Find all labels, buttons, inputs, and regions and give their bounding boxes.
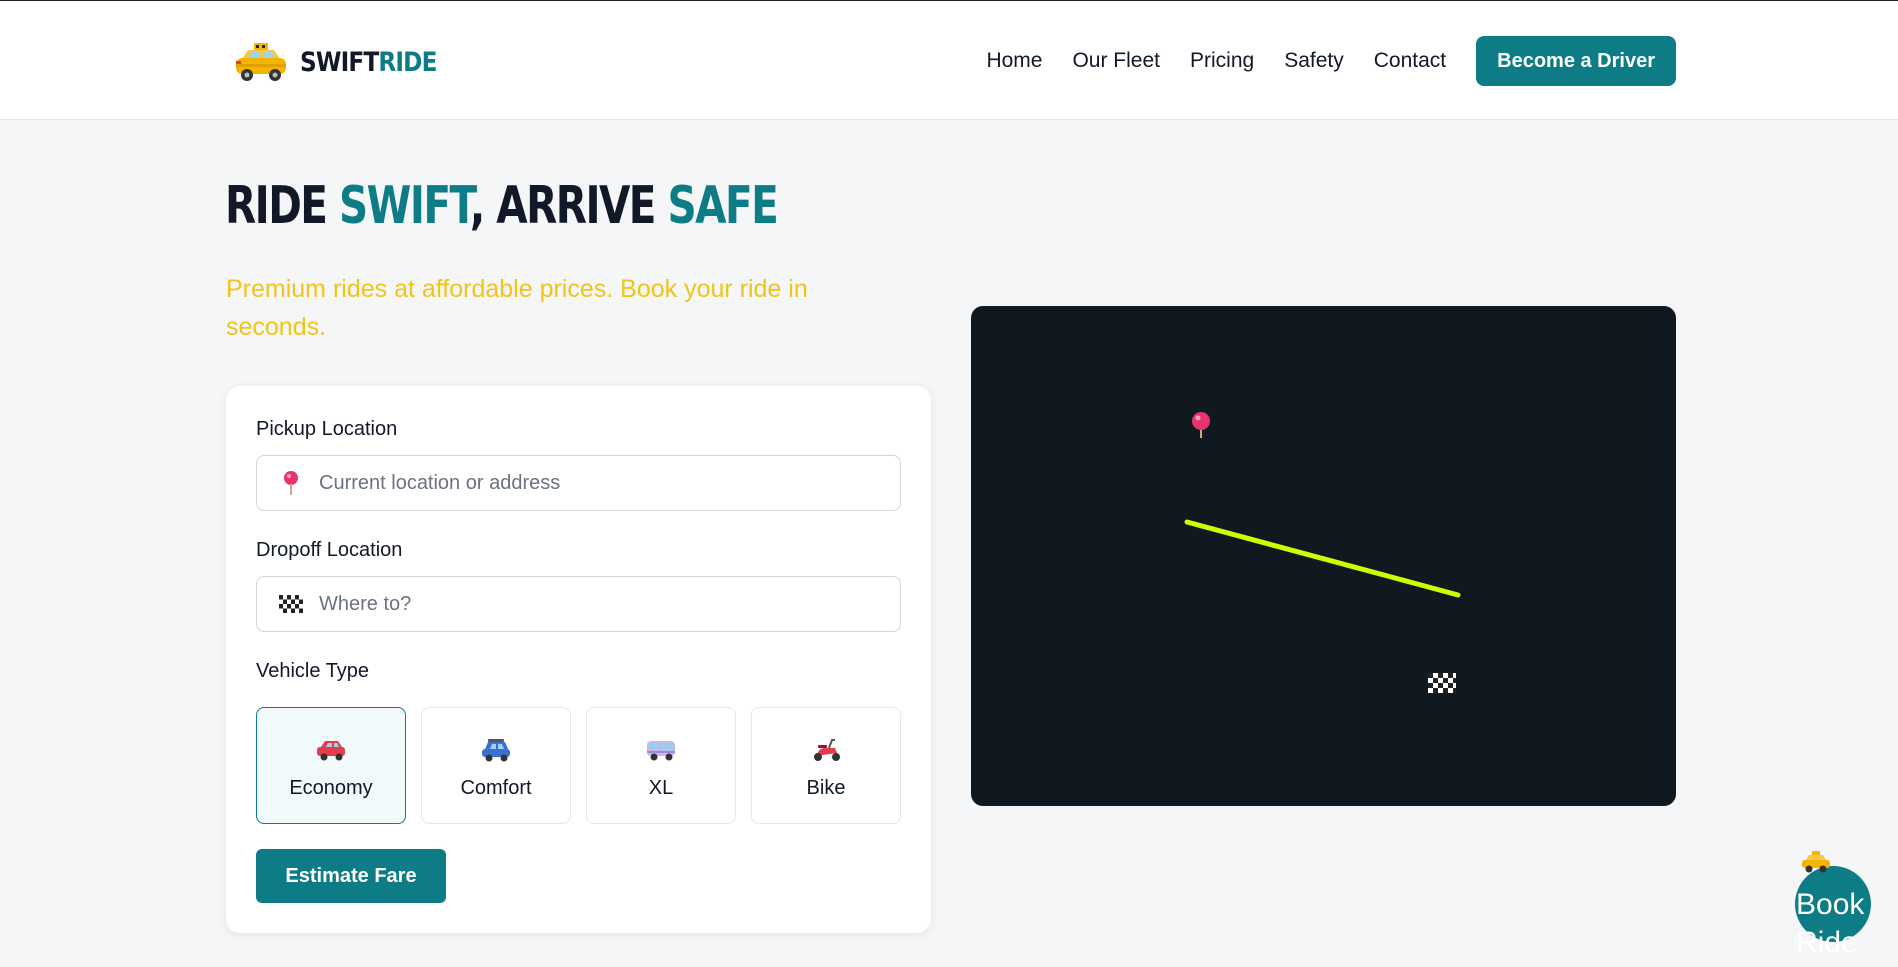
vehicle-type-label: Vehicle Type — [256, 660, 370, 682]
nav-pricing[interactable]: Pricing — [1190, 49, 1254, 73]
pickup-input[interactable] — [319, 471, 879, 495]
book-ride-fab-label[interactable]: Book Ride — [1796, 886, 1876, 962]
taxi-icon — [1802, 851, 1830, 873]
nav-our-fleet[interactable]: Our Fleet — [1072, 49, 1160, 73]
brand-logo[interactable]: SWIFTRIDE — [232, 37, 459, 87]
pickup-label: Pickup Location — [256, 418, 398, 440]
main-nav: Home Our Fleet Pricing Safety Contact Be… — [986, 36, 1676, 86]
red-car-icon — [317, 741, 345, 761]
brand-name-part2: RIDE — [378, 46, 437, 78]
checkered-flag-icon — [279, 592, 303, 616]
vehicle-option-xl[interactable]: XL — [586, 707, 736, 824]
minibus-icon — [647, 741, 675, 761]
pickup-field[interactable] — [256, 455, 901, 511]
hero-title-accent2: SAFE — [667, 176, 779, 236]
vehicle-name: Bike — [806, 777, 846, 799]
booking-card: Pickup Location Dropoff Location Vehicle… — [226, 386, 931, 933]
vehicle-option-economy[interactable]: Economy — [256, 707, 406, 824]
vehicle-name: XL — [648, 777, 674, 799]
route-map-canvas — [1184, 412, 1461, 693]
pickup-marker-icon — [1192, 412, 1210, 438]
dropoff-marker-icon — [1428, 673, 1456, 693]
scooter-icon — [814, 739, 840, 761]
hero-title-accent1: SWIFT — [339, 176, 471, 236]
nav-safety[interactable]: Safety — [1284, 49, 1344, 73]
dropoff-input[interactable] — [319, 592, 879, 616]
become-driver-button[interactable]: Become a Driver — [1476, 36, 1676, 86]
hero-title: RIDE SWIFT, ARRIVE SAFE — [225, 176, 779, 236]
hero-subtitle: Premium rides at affordable prices. Book… — [226, 275, 808, 341]
vehicle-option-comfort[interactable]: Comfort — [421, 707, 571, 824]
brand-name: SWIFTRIDE — [300, 47, 437, 78]
brand-name-part1: SWIFT — [300, 46, 379, 78]
route-map[interactable] — [971, 306, 1676, 806]
taxi-icon — [236, 43, 286, 81]
estimate-fare-button[interactable]: Estimate Fare — [256, 849, 446, 903]
vehicle-name: Comfort — [460, 777, 532, 799]
blue-car-icon — [482, 739, 510, 762]
dropoff-field[interactable] — [256, 576, 901, 632]
nav-contact[interactable]: Contact — [1374, 49, 1446, 73]
hero-title-part2: , ARRIVE — [469, 176, 668, 236]
site-header: SWIFTRIDE Home Our Fleet Pricing Safety … — [0, 1, 1898, 120]
pin-icon — [279, 471, 303, 495]
hero-title-part1: RIDE — [225, 176, 340, 236]
dropoff-label: Dropoff Location — [256, 539, 403, 561]
vehicle-name: Economy — [289, 777, 373, 799]
vehicle-option-bike[interactable]: Bike — [751, 707, 901, 824]
route-line — [1184, 519, 1461, 598]
vehicle-options: Economy Comfort XL Bike — [256, 707, 916, 824]
nav-home[interactable]: Home — [986, 49, 1042, 73]
